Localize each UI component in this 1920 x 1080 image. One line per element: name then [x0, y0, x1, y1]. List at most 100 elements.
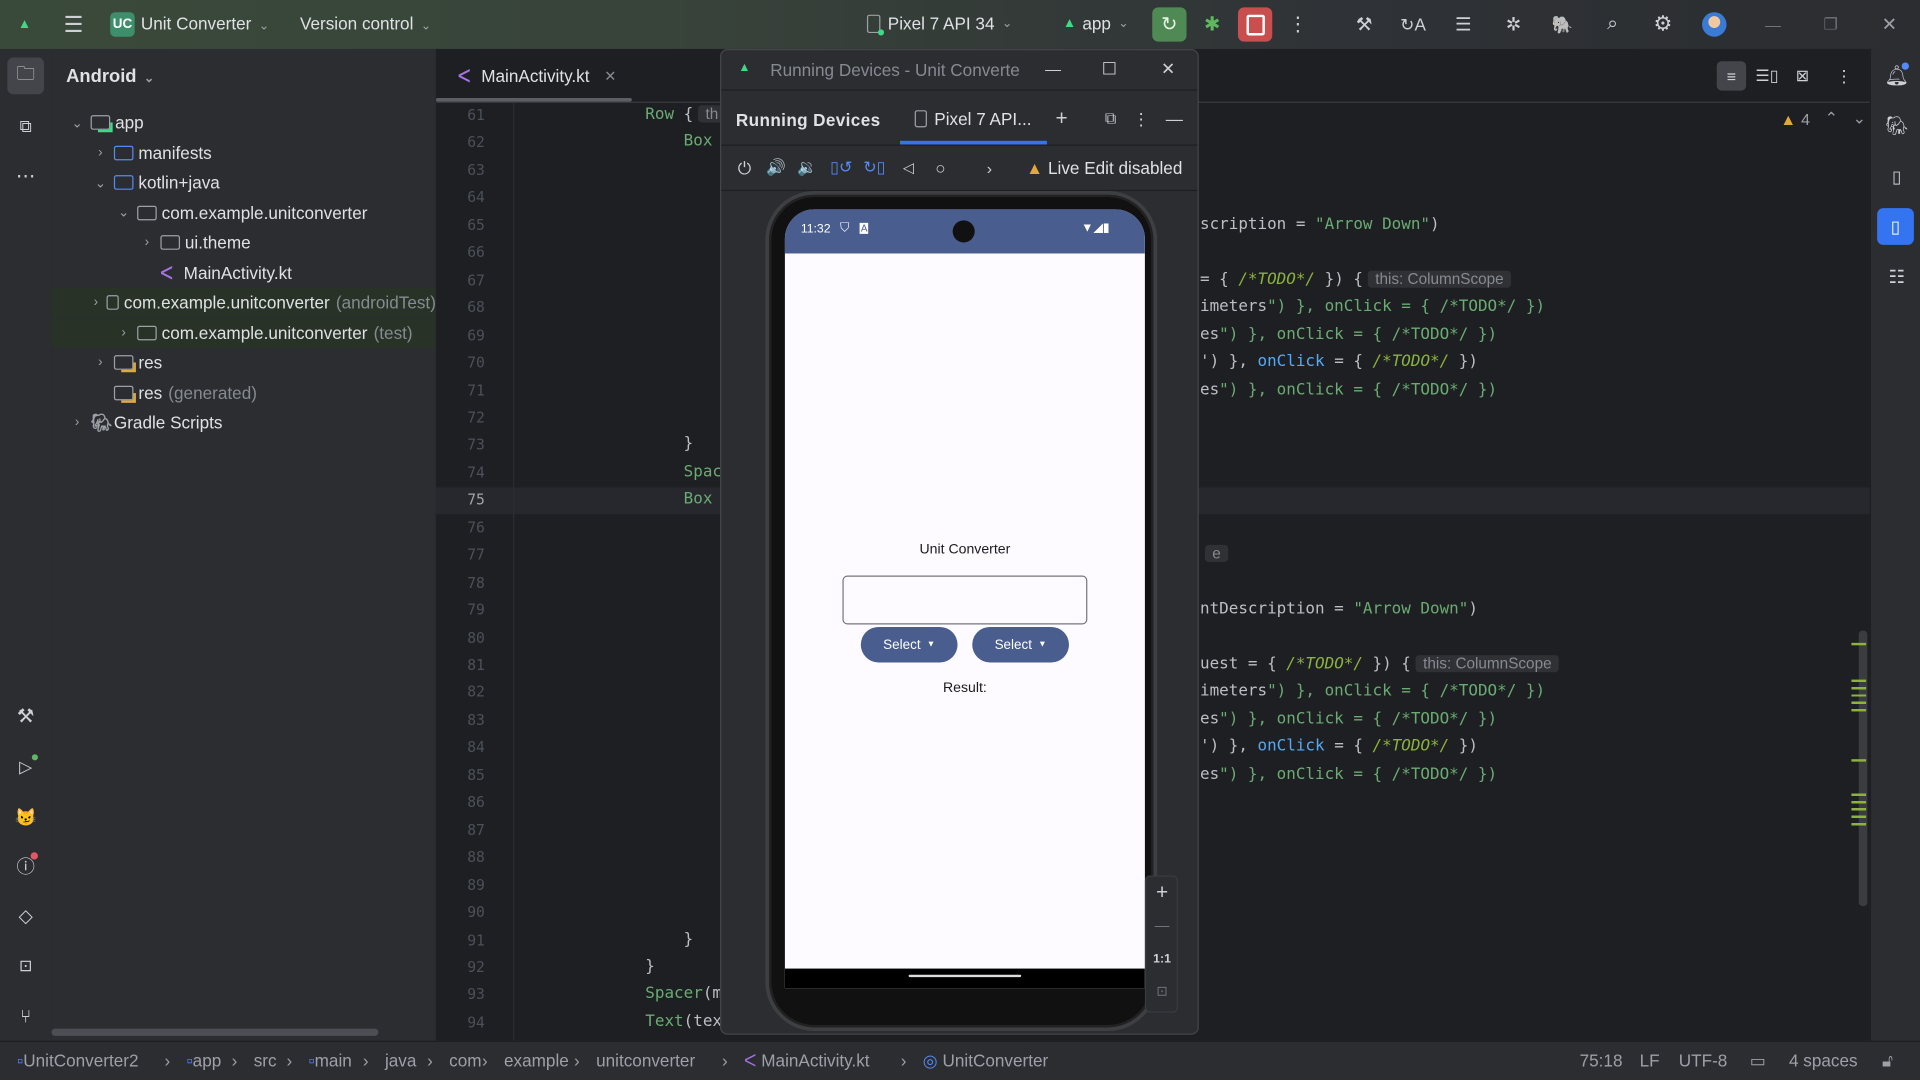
code-line[interactable]: ') }, onClick = { /*TODO*/ }) [1200, 353, 1478, 371]
split-view-icon[interactable]: ☰▯ [1753, 64, 1780, 88]
power-icon[interactable]: ⏻ [733, 157, 755, 179]
breadcrumb-item[interactable]: unitconverter [596, 1051, 695, 1071]
rerun-button[interactable]: ↻ [1152, 7, 1187, 42]
code-line[interactable]: } [645, 435, 694, 453]
code-line[interactable]: scription = "Arrow Down") [1200, 215, 1440, 233]
warnings-indicator[interactable]: ▲ 4 ⌃ ⌄ [1780, 109, 1866, 129]
more-options-icon[interactable]: ⋮ [1832, 64, 1856, 88]
value-input[interactable] [842, 575, 1088, 625]
live-edit-status[interactable]: ▲ Live Edit disabled [1026, 158, 1182, 178]
gesture-handle[interactable] [908, 974, 1022, 978]
breadcrumb-item[interactable]: ᐸ MainActivity.kt [744, 1051, 870, 1072]
tree-item[interactable]: ⌄ app [51, 108, 435, 137]
code-line[interactable]: imeters") }, onClick = { /*TODO*/ }) [1200, 298, 1545, 316]
more-actions-icon[interactable]: ⋮ [1286, 12, 1310, 36]
chevron-down-icon[interactable]: ⌄ [115, 204, 132, 221]
device-manager-icon[interactable]: ▯ [1883, 163, 1910, 190]
back-icon[interactable]: ◁ [898, 157, 920, 179]
code-line[interactable]: Box [645, 490, 713, 508]
avatar[interactable] [1702, 12, 1727, 37]
chevron-right-icon[interactable]: › [92, 355, 109, 370]
tree-item[interactable]: › manifests [51, 138, 435, 167]
volume-down-icon[interactable]: 🔉 [796, 157, 818, 179]
tree-item[interactable]: ⌄ kotlin+java [51, 168, 435, 197]
lock-icon[interactable]: 🔓︎ [1882, 1051, 1893, 1072]
tree-item[interactable]: ⌄ com.example.unitconverter [51, 198, 435, 227]
editor-scrollbar[interactable] [1858, 630, 1868, 907]
vcs-menu[interactable]: Version control ⌄ [300, 13, 431, 33]
structure-list-icon[interactable]: ☷ [1883, 263, 1910, 290]
detach-icon[interactable]: ⧉ [1098, 107, 1122, 131]
breadcrumb-item[interactable]: src [254, 1051, 277, 1071]
maximize-window-button[interactable]: ☐ [1098, 58, 1120, 80]
main-menu-icon[interactable]: ☰ [61, 12, 85, 36]
minimize-button[interactable]: — [1761, 12, 1785, 36]
code-line[interactable]: uest = { /*TODO*/ }) {this: ColumnScope [1200, 655, 1559, 673]
window-title-bar[interactable]: ▲ Running Devices - Unit Converte — ☐ ✕ [721, 50, 1198, 91]
search-icon[interactable]: ⌕ [1600, 12, 1624, 36]
device-selector[interactable]: Pixel 7 API 34 ⌄ [866, 13, 1012, 35]
close-window-button[interactable]: ✕ [1157, 58, 1179, 80]
build-icon[interactable]: ⚒ [12, 703, 39, 730]
code-line[interactable]: ntDescription = "Arrow Down") [1200, 600, 1478, 618]
app-quality-icon[interactable]: 😼 [12, 803, 39, 830]
chevron-right-icon[interactable]: › [69, 415, 86, 430]
code-line[interactable]: es") }, onClick = { /*TODO*/ }) [1200, 380, 1497, 398]
code-line[interactable]: es") }, onClick = { /*TODO*/ }) [1200, 765, 1497, 783]
tree-item[interactable]: res (generated) [51, 378, 435, 407]
options-icon[interactable]: ⋮ [1129, 107, 1153, 131]
settings-gear-icon[interactable]: ⚙ [1651, 12, 1675, 36]
run-config-selector[interactable]: ▲ app ⌄ [1063, 13, 1129, 33]
code-line[interactable]: Row {th [645, 105, 726, 124]
close-tab-icon[interactable]: ✕ [604, 67, 616, 84]
chevron-right-icon[interactable]: › [92, 145, 109, 160]
code-line[interactable]: imeters") }, onClick = { /*TODO*/ }) [1200, 683, 1545, 701]
code-line[interactable]: es") }, onClick = { /*TODO*/ }) [1200, 710, 1497, 728]
volume-up-icon[interactable]: 🔊 [765, 157, 787, 179]
structure-icon[interactable]: ⧉ [12, 113, 39, 140]
code-line[interactable]: Spac [645, 463, 722, 481]
tree-item[interactable]: › res [51, 348, 435, 377]
indent-setting[interactable]: 4 spaces [1789, 1051, 1858, 1071]
add-device-icon[interactable]: + [1049, 107, 1073, 131]
code-line[interactable]: Text(tex [645, 1012, 722, 1030]
tree-item[interactable]: › com.example.unitconverter (test) [51, 317, 436, 348]
next-highlight-icon[interactable]: ⌄ [1853, 109, 1866, 129]
more-icon[interactable]: ⋯ [12, 163, 39, 190]
restore-button[interactable]: ❐ [1818, 12, 1842, 36]
zoom-out-icon[interactable]: — [1150, 913, 1174, 937]
code-line[interactable]: } [645, 957, 655, 975]
rotate-left-icon[interactable]: ▯↺ [830, 157, 852, 179]
run-icon[interactable]: ▷ [12, 753, 39, 780]
chevron-down-icon[interactable]: ⌄ [69, 114, 86, 131]
horizontal-scrollbar[interactable] [51, 1028, 379, 1036]
zoom-in-icon[interactable]: + [1150, 880, 1174, 904]
breadcrumb-item[interactable]: ▫main [309, 1051, 352, 1071]
code-line[interactable]: } [645, 930, 694, 948]
input-unit-select-button[interactable]: Select ▼ [860, 626, 958, 663]
tree-item[interactable]: › ui.theme [51, 228, 435, 257]
tab-pixel-7[interactable]: Pixel 7 API... [914, 109, 1031, 129]
apply-changes-icon[interactable]: ↻A [1400, 12, 1426, 36]
breadcrumb-item[interactable]: example [504, 1051, 569, 1071]
tree-item[interactable]: ᐸ MainActivity.kt [51, 258, 435, 287]
gem-icon[interactable]: ◇ [12, 902, 39, 929]
notifications-icon[interactable]: 🔔︎ [1883, 62, 1910, 89]
code-line[interactable]: es") }, onClick = { /*TODO*/ }) [1200, 325, 1497, 343]
code-line[interactable]: ') }, onClick = { /*TODO*/ }) [1200, 738, 1478, 756]
chevron-right-icon[interactable]: › [138, 235, 155, 250]
zoom-to-fit-icon[interactable]: ⊡ [1150, 978, 1174, 1002]
minimize-window-button[interactable]: — [1042, 58, 1064, 80]
gradle-sync-icon[interactable]: 🐘 [1550, 12, 1574, 36]
home-icon[interactable]: ○ [929, 157, 951, 179]
build-icon[interactable]: ⚒ [1352, 12, 1376, 36]
breadcrumb-item[interactable]: java [385, 1051, 416, 1071]
close-button[interactable]: ✕ [1877, 12, 1901, 36]
project-view-selector[interactable]: Android ⌄ [66, 66, 154, 87]
debug-button[interactable]: ✱ [1200, 12, 1224, 36]
chevron-down-icon[interactable]: ⌄ [92, 174, 109, 191]
tree-item[interactable]: › com.example.unitconverter (androidTest) [51, 287, 436, 318]
stop-button[interactable] [1237, 7, 1273, 42]
device-screen[interactable]: 11:32 ⛉ A ▼◢▮ Unit Converter Select ▼ Sel… [784, 209, 1145, 989]
breadcrumb-item[interactable]: ◎ UnitConverter [923, 1051, 1048, 1072]
